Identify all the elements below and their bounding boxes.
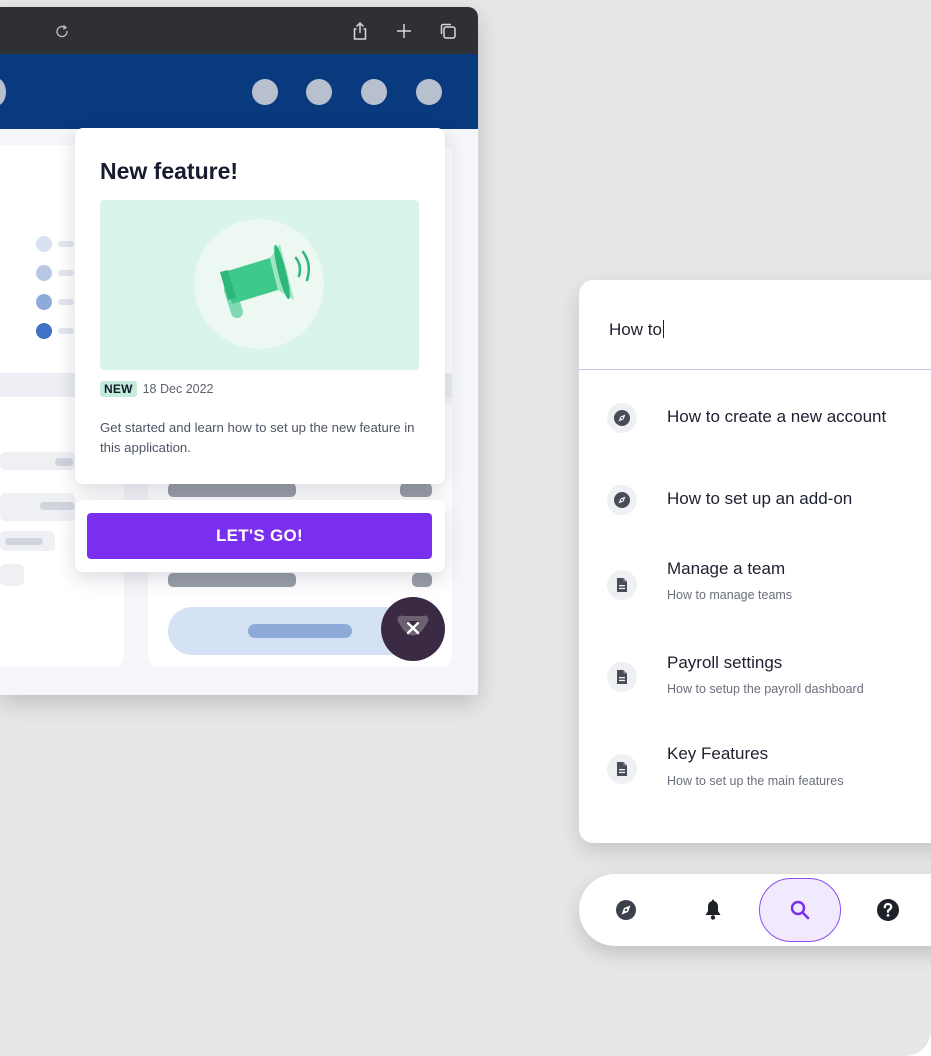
result-title: Payroll settings xyxy=(667,653,783,672)
search-query: How to xyxy=(609,320,662,339)
placeholder-bar xyxy=(168,483,296,497)
placeholder-bar xyxy=(168,573,296,587)
search-result[interactable]: Payroll settings How to setup the payrol… xyxy=(579,642,931,712)
lets-go-button[interactable]: LET'S GO! xyxy=(87,513,432,559)
tabs-icon[interactable] xyxy=(438,21,458,41)
bottom-nav xyxy=(579,874,931,946)
popup-title: New feature! xyxy=(100,158,239,184)
placeholder-bar xyxy=(400,483,432,497)
canvas: New feature! NEW 18 Dec 2022 Get started… xyxy=(0,0,931,1056)
header-avatar[interactable] xyxy=(416,79,442,105)
search-input[interactable]: How to xyxy=(609,320,665,340)
header-avatar[interactable] xyxy=(306,79,332,105)
result-title: How to create a new account xyxy=(667,407,887,426)
result-subtitle: How to manage teams xyxy=(667,588,793,602)
compass-icon xyxy=(607,403,637,433)
status-dot xyxy=(36,236,52,252)
result-subtitle: How to set up the main features xyxy=(667,774,844,788)
text-caret xyxy=(662,320,665,338)
status-dot xyxy=(36,294,52,310)
document-icon xyxy=(607,662,637,692)
placeholder-bar xyxy=(5,538,43,545)
search-result[interactable]: Manage a team How to manage teams xyxy=(579,550,931,620)
browser-toolbar xyxy=(0,7,478,54)
placeholder-bar xyxy=(248,624,352,638)
app-header xyxy=(0,54,478,129)
search-panel: How to How to create a new account How t… xyxy=(579,280,931,843)
search-divider xyxy=(579,369,931,370)
placeholder-bar xyxy=(58,270,74,276)
result-subtitle: How to setup the payroll dashboard xyxy=(667,682,864,696)
placeholder-bar xyxy=(58,328,74,334)
reload-icon[interactable] xyxy=(52,21,72,41)
popup-description: Get started and learn how to set up the … xyxy=(100,420,415,455)
cta-card: LET'S GO! xyxy=(75,500,445,572)
megaphone-icon xyxy=(194,219,324,349)
header-logo xyxy=(0,78,6,106)
placeholder-bar xyxy=(58,241,74,247)
placeholder-bar xyxy=(40,502,75,510)
search-icon xyxy=(790,900,810,920)
result-title: Key Features xyxy=(667,744,769,763)
help-icon xyxy=(877,899,899,921)
compass-icon xyxy=(607,485,637,515)
result-title: Manage a team xyxy=(667,559,786,578)
status-dot xyxy=(36,323,52,339)
compass-icon xyxy=(616,900,636,920)
close-icon xyxy=(397,615,429,636)
header-avatar[interactable] xyxy=(252,79,278,105)
popup-date: 18 Dec 2022 xyxy=(142,382,214,396)
status-dot xyxy=(36,265,52,281)
search-result[interactable]: How to create a new account xyxy=(579,383,931,453)
popup-illustration xyxy=(100,200,419,370)
placeholder-bar xyxy=(412,573,432,587)
document-icon xyxy=(607,754,637,784)
document-icon xyxy=(607,570,637,600)
nav-explore[interactable] xyxy=(609,893,643,927)
placeholder-bar xyxy=(55,458,73,466)
result-title: How to set up an add-on xyxy=(667,489,853,508)
search-result[interactable]: Key Features How to set up the main feat… xyxy=(579,733,931,803)
new-badge: NEW xyxy=(100,381,137,397)
nav-notifications[interactable] xyxy=(696,893,730,927)
new-feature-popup: New feature! NEW 18 Dec 2022 Get started… xyxy=(75,128,445,484)
share-icon[interactable] xyxy=(350,21,370,41)
header-avatar[interactable] xyxy=(361,79,387,105)
nav-search[interactable] xyxy=(759,878,841,942)
popup-meta: NEW 18 Dec 2022 xyxy=(100,381,214,397)
placeholder-bar xyxy=(58,299,74,305)
close-button[interactable] xyxy=(381,597,445,661)
nav-help[interactable] xyxy=(871,893,905,927)
search-result[interactable]: How to set up an add-on xyxy=(579,465,931,535)
bell-icon xyxy=(705,899,721,920)
placeholder-bar xyxy=(0,564,24,586)
new-tab-icon[interactable] xyxy=(394,21,414,41)
